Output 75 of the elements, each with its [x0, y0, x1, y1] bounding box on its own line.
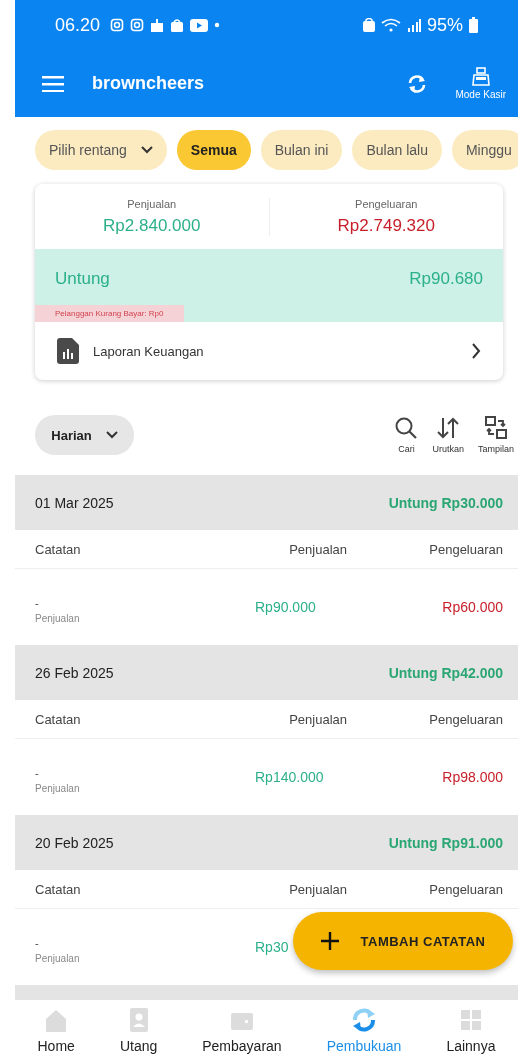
- entry-type: Penjualan: [35, 612, 80, 624]
- profit-value: Rp90.680: [409, 269, 483, 289]
- bag-icon: [170, 18, 185, 32]
- entry-sales: Rp30: [255, 939, 289, 955]
- entry-expense: Rp98.000: [442, 769, 503, 785]
- sync-icon: [352, 1008, 376, 1032]
- day-profit: Untung Rp91.000: [388, 834, 503, 851]
- column-header: Catatan: [35, 541, 82, 557]
- cashier-mode-button[interactable]: Mode Kasir: [455, 67, 506, 100]
- column-header: Penjualan: [289, 541, 347, 557]
- filter-chip[interactable]: Minggu: [451, 130, 518, 170]
- entry-note: -: [35, 766, 39, 779]
- sort-button[interactable]: Urutkan: [428, 416, 468, 454]
- report-icon: [57, 338, 79, 364]
- status-time: 06.20: [55, 14, 101, 36]
- entry-sales: Rp140.000: [255, 769, 324, 785]
- entry-expense: Rp60.000: [442, 599, 503, 615]
- expense-total: Rp2.749.320: [337, 215, 435, 236]
- report-label: Laporan Keuangan: [93, 343, 204, 359]
- entry-sales: Rp90.000: [255, 599, 316, 615]
- expense-label: Pengeluaran: [355, 197, 418, 210]
- nav-tab[interactable]: Home: [37, 1008, 75, 1054]
- chevron-down-icon: [140, 146, 153, 154]
- chevron-right-icon: [471, 343, 481, 359]
- search-button[interactable]: Cari: [390, 416, 423, 454]
- profit-label: Untung: [55, 269, 110, 289]
- battery-percent: 95%: [426, 14, 463, 36]
- search-icon: [394, 416, 419, 440]
- lock-icon: [362, 18, 375, 32]
- swap-view-icon: [484, 416, 508, 440]
- column-header: Pengeluaran: [429, 711, 503, 727]
- view-button[interactable]: Tampilan: [473, 416, 518, 454]
- period-dropdown[interactable]: Harian: [35, 415, 134, 455]
- day-date: 26 Feb 2025: [35, 664, 114, 681]
- chevron-down-icon: [105, 431, 118, 439]
- filter-chip[interactable]: Semua: [176, 130, 251, 170]
- sort-icon: [436, 416, 461, 440]
- battery-icon: [469, 17, 478, 33]
- sales-total: Rp2.840.000: [103, 215, 201, 236]
- camera-icon: [110, 18, 125, 32]
- unpaid-note: Pelanggan Kurang Bayar: Rp0: [35, 305, 184, 322]
- entry-type: Penjualan: [35, 952, 80, 964]
- day-date: 20 Feb 2025: [35, 834, 114, 851]
- column-header: Pengeluaran: [429, 541, 503, 557]
- home-icon: [44, 1008, 69, 1032]
- play-icon: [190, 18, 209, 32]
- column-header: Penjualan: [289, 881, 347, 897]
- day-profit: Untung Rp42.000: [388, 664, 503, 681]
- nav-tab[interactable]: Pembayaran: [202, 1008, 282, 1054]
- filter-chip[interactable]: Bulan ini: [260, 130, 343, 170]
- nav-tab[interactable]: Lainnya: [446, 1008, 496, 1054]
- filter-chip[interactable]: Bulan lalu: [352, 130, 442, 170]
- column-header: Catatan: [35, 711, 82, 727]
- grid-icon: [458, 1008, 483, 1032]
- column-header: Catatan: [35, 881, 82, 897]
- add-record-button[interactable]: TAMBAH CATATAN: [293, 912, 513, 970]
- day-profit: Untung Rp30.000: [388, 494, 503, 511]
- entry-note: -: [35, 596, 39, 609]
- entry-type: Penjualan: [35, 782, 80, 794]
- range-dropdown[interactable]: Pilih rentang: [35, 130, 167, 170]
- dot-icon: [214, 22, 221, 28]
- wifi-icon: [380, 18, 401, 32]
- day-date: 01 Mar 2025: [35, 494, 114, 511]
- sales-label: Penjualan: [127, 197, 177, 210]
- column-header: Penjualan: [289, 711, 347, 727]
- entry-note: -: [35, 936, 39, 949]
- cash-register-icon: [470, 67, 491, 87]
- nav-tab[interactable]: Utang: [119, 1008, 158, 1054]
- camera-icon: [130, 18, 145, 32]
- plus-icon: [320, 932, 339, 950]
- column-header: Pengeluaran: [429, 881, 503, 897]
- report-link[interactable]: Laporan Keuangan: [35, 322, 503, 380]
- signal-icon: [406, 18, 421, 32]
- app-title: browncheers: [92, 73, 205, 94]
- gift-icon: [150, 17, 165, 33]
